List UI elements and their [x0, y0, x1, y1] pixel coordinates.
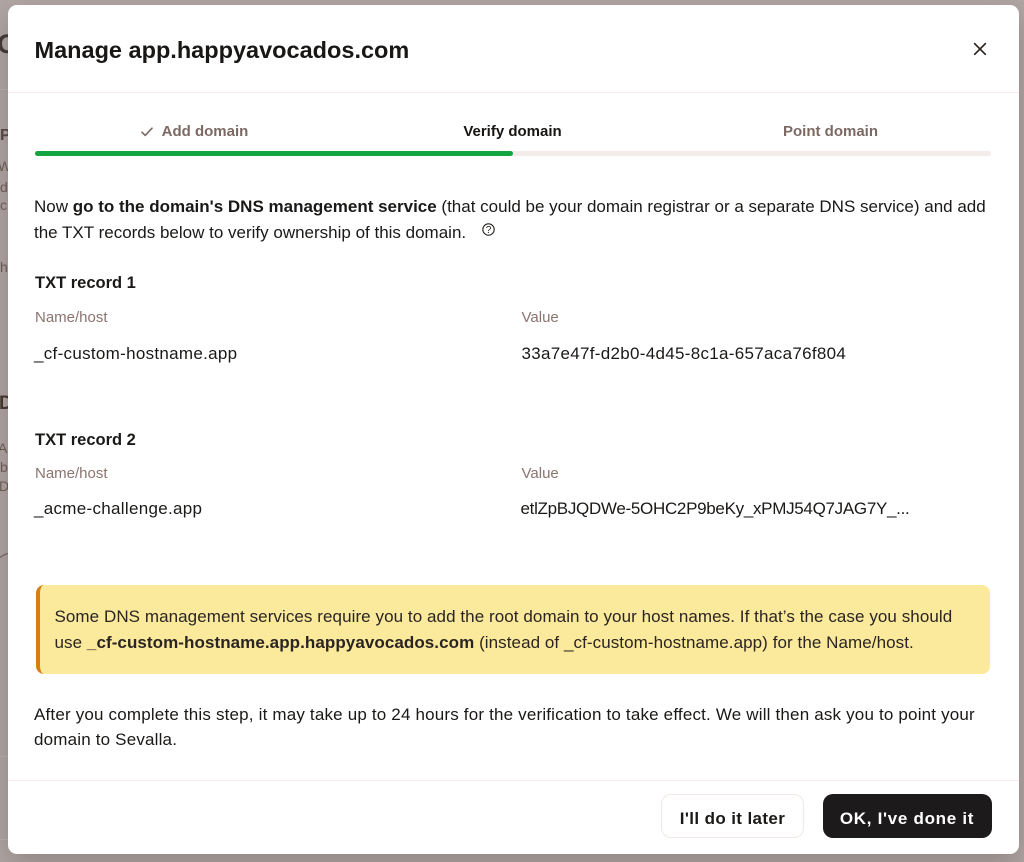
svg-text:?: ?: [486, 225, 492, 236]
